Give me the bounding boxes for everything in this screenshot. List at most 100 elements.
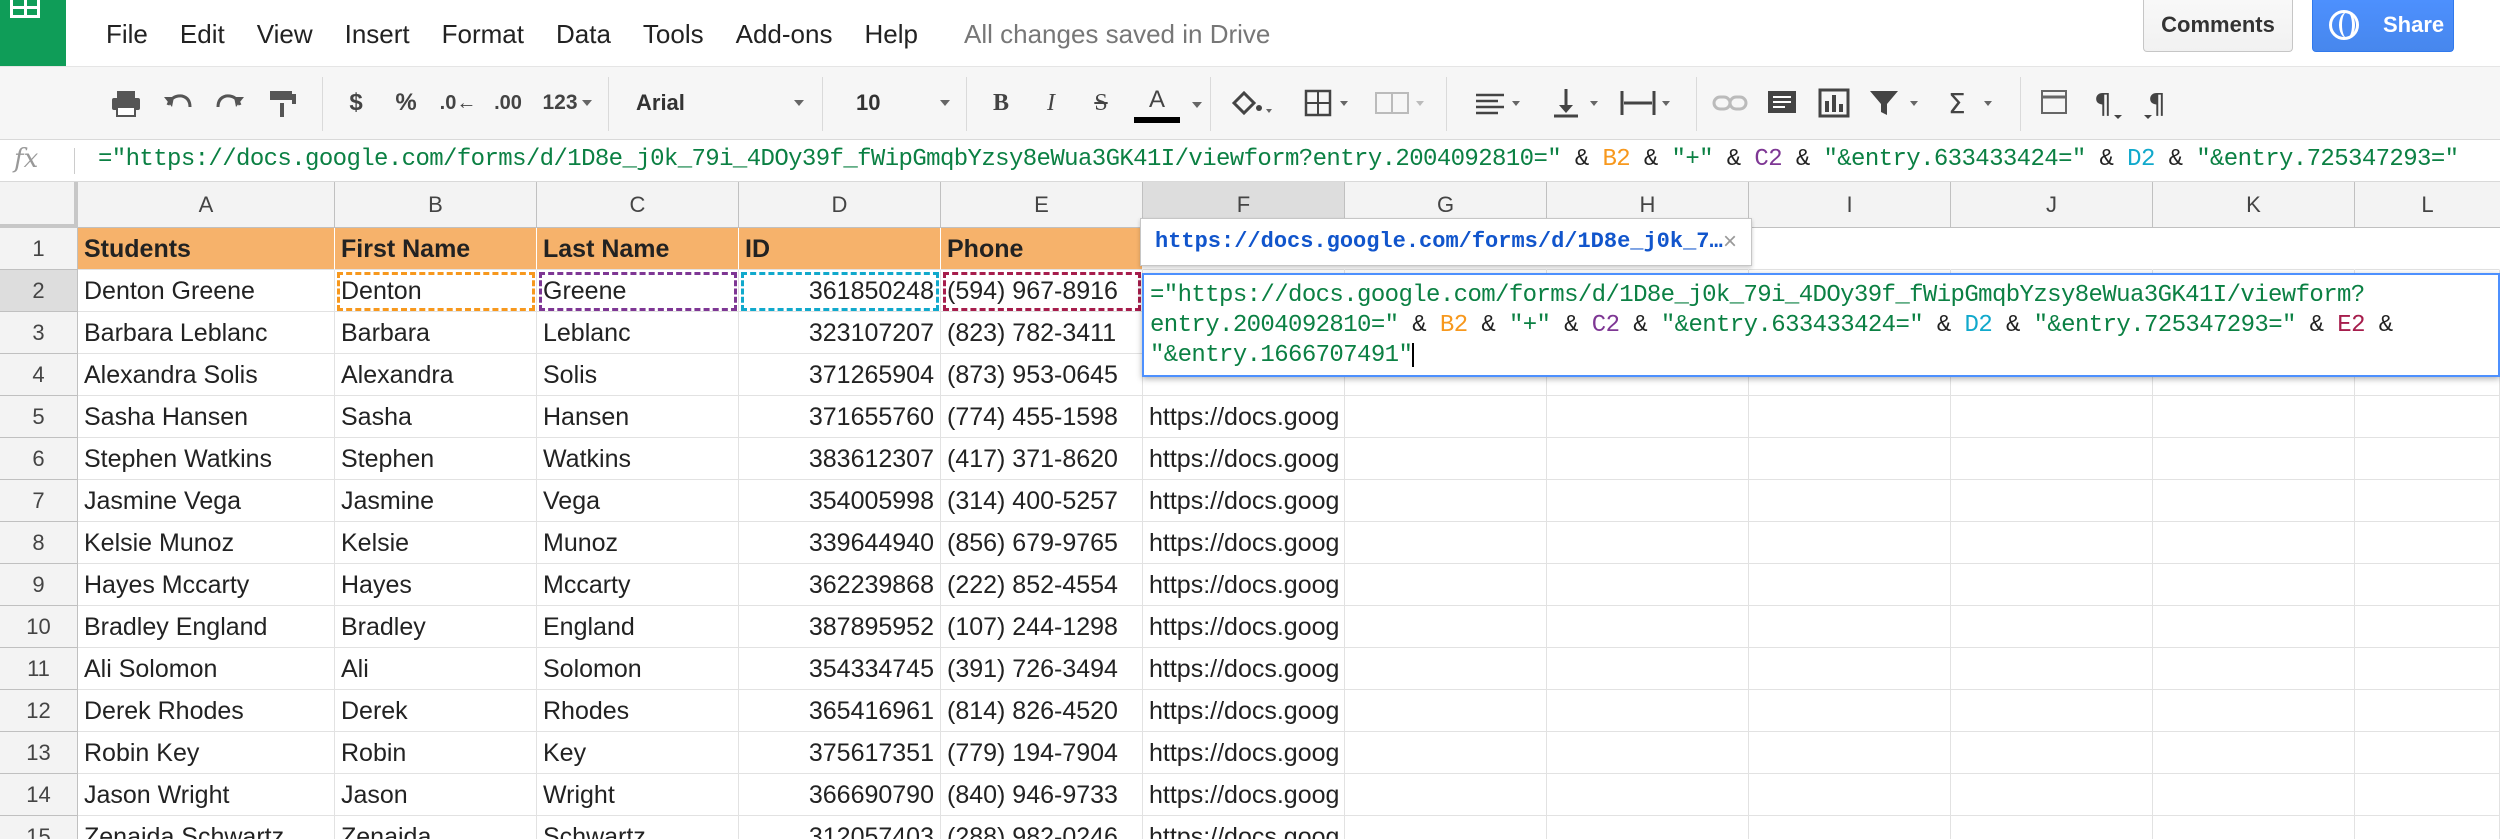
cell[interactable] [1951,606,2153,648]
filter-icon[interactable] [1866,83,1926,123]
cell[interactable] [2355,774,2500,816]
cell[interactable] [1345,816,1547,839]
cell-f6[interactable]: https://docs.goog [1143,438,1345,480]
cell[interactable] [1547,606,1749,648]
print-icon[interactable] [108,83,144,123]
row-header[interactable]: 10 [0,606,78,648]
menu-help[interactable]: Help [848,16,933,52]
cell-d12[interactable]: 365416961 [739,690,941,732]
cell-a13[interactable]: Robin Key [78,732,335,774]
cell[interactable] [1749,228,1951,270]
cell[interactable] [2355,606,2500,648]
row-header[interactable]: 7 [0,480,78,522]
column-header-i[interactable]: I [1749,182,1951,228]
cell-d10[interactable]: 387895952 [739,606,941,648]
cell-e8[interactable]: (856) 679-9765 [941,522,1143,564]
cell-b5[interactable]: Sasha [335,396,537,438]
cell-f10[interactable]: https://docs.goog [1143,606,1345,648]
bold-button[interactable]: B [984,83,1018,123]
cell-b1[interactable]: First Name [335,228,537,270]
row-header[interactable]: 13 [0,732,78,774]
cell[interactable] [1547,774,1749,816]
cell-e13[interactable]: (779) 194-7904 [941,732,1143,774]
cell-editor[interactable]: ="https://docs.google.com/forms/d/1D8e_j… [1142,273,2500,377]
cell[interactable] [2153,690,2355,732]
column-header-e[interactable]: E [941,182,1143,228]
cell-d4[interactable]: 371265904 [739,354,941,396]
cell-f12[interactable]: https://docs.goog [1143,690,1345,732]
cell-f14[interactable]: https://docs.goog [1143,774,1345,816]
cell[interactable] [1951,690,2153,732]
column-header-c[interactable]: C [537,182,739,228]
cell[interactable] [1345,606,1547,648]
cell-a10[interactable]: Bradley England [78,606,335,648]
undo-icon[interactable] [160,83,196,123]
cell-f11[interactable]: https://docs.goog [1143,648,1345,690]
row-header[interactable]: 12 [0,690,78,732]
decrease-decimals-button[interactable]: .0← [438,83,478,123]
close-icon[interactable]: × [1723,227,1737,257]
cell[interactable] [1345,564,1547,606]
comment-icon[interactable] [1764,83,1800,123]
cell-d5[interactable]: 371655760 [739,396,941,438]
ltr-icon[interactable]: ¶ [2086,83,2126,123]
cell-c2[interactable]: Greene [537,270,739,312]
cell[interactable] [2153,774,2355,816]
row-header[interactable]: 11 [0,648,78,690]
menu-insert[interactable]: Insert [329,16,426,52]
cell-d13[interactable]: 375617351 [739,732,941,774]
cell-a5[interactable]: Sasha Hansen [78,396,335,438]
cell[interactable] [1547,564,1749,606]
row-header[interactable]: 3 [0,312,78,354]
cell[interactable] [1951,480,2153,522]
cell[interactable] [1345,690,1547,732]
percent-format-button[interactable]: % [388,83,424,123]
cell-a3[interactable]: Barbara Leblanc [78,312,335,354]
cell-b14[interactable]: Jason [335,774,537,816]
cell[interactable] [1345,732,1547,774]
menu-format[interactable]: Format [426,16,540,52]
cell[interactable] [2153,480,2355,522]
cell[interactable] [1749,606,1951,648]
cell-b8[interactable]: Kelsie [335,522,537,564]
cell[interactable] [1345,438,1547,480]
cell-f5[interactable]: https://docs.goog [1143,396,1345,438]
cell[interactable] [2355,480,2500,522]
row-header[interactable]: 9 [0,564,78,606]
link-preview-url[interactable]: https://docs.google.com/forms/d/1D8e_j0k… [1155,229,1723,254]
font-family-dropdown[interactable]: Arial [620,81,810,125]
row-header[interactable]: 2 [0,270,78,312]
column-header-l[interactable]: L [2355,182,2500,228]
cell-c14[interactable]: Wright [537,774,739,816]
share-button[interactable]: Share [2312,0,2454,52]
cell[interactable] [1749,816,1951,839]
cell[interactable] [2153,438,2355,480]
cell-d11[interactable]: 354334745 [739,648,941,690]
link-icon[interactable] [1710,83,1750,123]
cell[interactable] [1749,690,1951,732]
paint-format-icon[interactable] [264,83,300,123]
cell[interactable] [1951,228,2153,270]
cell[interactable] [2153,396,2355,438]
cell-a7[interactable]: Jasmine Vega [78,480,335,522]
menu-data[interactable]: Data [540,16,627,52]
cell-a15[interactable]: Zenaida Schwartz [78,816,335,839]
cell[interactable] [1547,732,1749,774]
cell-d14[interactable]: 366690790 [739,774,941,816]
menu-file[interactable]: File [90,16,164,52]
cell-d6[interactable]: 383612307 [739,438,941,480]
cell[interactable] [2355,648,2500,690]
cell-b2[interactable]: Denton [335,270,537,312]
cell[interactable] [1951,648,2153,690]
cell[interactable] [1345,774,1547,816]
italic-button[interactable]: I [1034,83,1068,123]
text-color-button[interactable]: A [1134,83,1180,123]
column-header-j[interactable]: J [1951,182,2153,228]
cell[interactable] [1547,522,1749,564]
cell[interactable] [2355,396,2500,438]
cell[interactable] [1951,522,2153,564]
cell[interactable] [1749,480,1951,522]
cell-c5[interactable]: Hansen [537,396,739,438]
row-header[interactable]: 8 [0,522,78,564]
row-header[interactable]: 5 [0,396,78,438]
